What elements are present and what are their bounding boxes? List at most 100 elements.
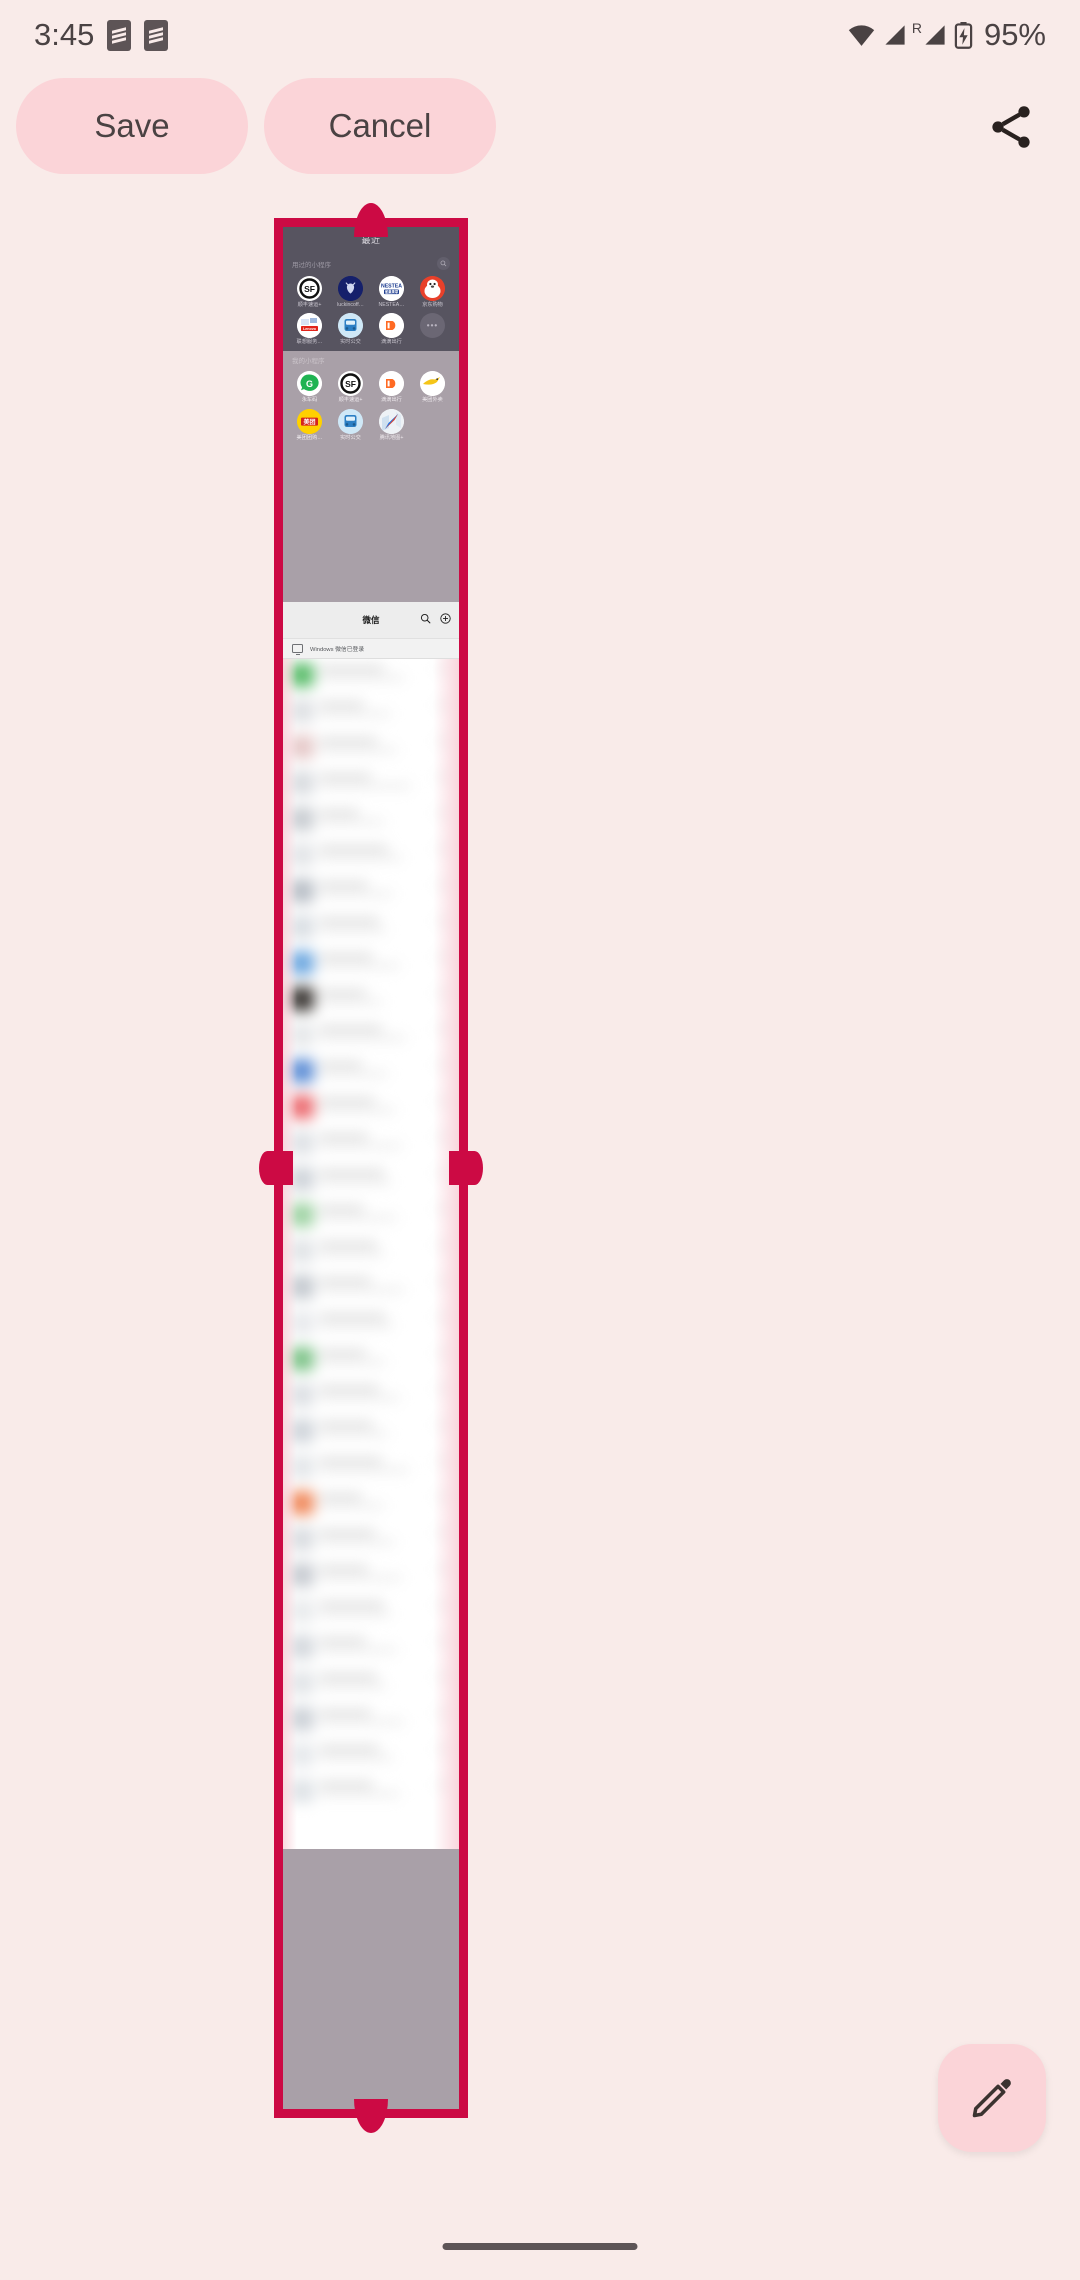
sf-express-icon: SF [338,371,363,397]
wechat-title: 微信 [362,614,380,625]
battery-percent: 95% [983,17,1046,52]
miniprogram-label: 美团外卖 [422,397,443,404]
miniprogram-item[interactable]: 实时公交 [330,313,371,345]
miniprogram-label: 实时公交 [340,434,361,441]
screen-root: 3:45 R 95% Save Cancel 最近 用过的小程序 SF 顺丰速运… [0,0,1080,2280]
more-ellipsis-icon: ••• [420,313,445,339]
miniprogram-label: luckincoff… [337,302,364,308]
wechat-header-actions [420,611,451,629]
miniprogram-item[interactable]: SF 顺丰速运+ [330,371,371,403]
cancel-button[interactable]: Cancel [264,78,496,174]
miniprogram-item[interactable]: 美团外卖 [412,371,453,403]
miniprogram-label: 京东购物 [422,302,443,308]
miniprogram-item[interactable]: SF 顺丰速运+ [289,276,330,308]
miniprogram-label: 腾讯地图+ [379,434,404,441]
miniprogram-label: 滴滴出行 [381,339,402,346]
search-icon[interactable] [437,257,450,270]
svg-text:SF: SF [345,379,356,389]
miniprogram-label: 顺丰速运+ [338,397,363,404]
miniprogram-item[interactable]: G 永车码 [289,371,330,403]
chat-list[interactable] [283,658,459,1849]
lenovo-service-icon: Lenovo [297,313,322,339]
recent-section-label: 用过的小程序 [292,261,331,269]
wechat-header: 微信 [283,601,459,638]
my-miniprogram-panel: 我的小程序 G 永车码 SF 顺丰速运+ 滴滴出行 美团外卖 美团 美团团购… … [283,351,459,602]
search-icon[interactable] [420,611,431,629]
signal-icon [925,25,945,45]
meituan-icon: 美团 [297,408,322,434]
miniprogram-item[interactable]: 美团 美团团购… [289,408,330,441]
save-button[interactable]: Save [16,78,248,174]
my-app-grid: G 永车码 SF 顺丰速运+ 滴滴出行 美团外卖 美团 美团团购… 实时公交 腾… [283,368,459,446]
svg-text:雀巢茶萃: 雀巢茶萃 [384,289,399,294]
svg-text:美团: 美团 [302,418,315,426]
miniprogram-label: 联想服务… [296,339,323,346]
miniprogram-item[interactable]: NESTEA 雀巢茶萃 NESTEA… [371,276,412,308]
miniprogram-panel: 最近 用过的小程序 SF 顺丰速运+ luckincoff… NESTEA 雀巢… [283,227,459,352]
miniprogram-item[interactable]: 腾讯地图+ [371,408,412,441]
didi-icon [379,313,404,339]
status-bar: 3:45 R 95% [0,0,1080,70]
my-section-label: 我的小程序 [292,358,325,366]
pencil-edit-icon [972,2079,1011,2118]
my-section-header: 我的小程序 [283,351,459,368]
recent-section-header: 用过的小程序 [283,253,459,273]
svg-text:SF: SF [304,284,315,294]
status-bar-right: R 95% [847,17,1046,53]
recent-app-grid: SF 顺丰速运+ luckincoff… NESTEA 雀巢茶萃 NESTEA…… [283,273,459,351]
captured-screenshot: 最近 用过的小程序 SF 顺丰速运+ luckincoff… NESTEA 雀巢… [283,227,459,2109]
crop-handle-right[interactable] [449,1151,483,1185]
miniprogram-item[interactable]: luckincoff… [330,276,371,308]
miniprogram-item-more[interactable]: ••• [412,313,453,345]
miniprogram-label: 顺丰速运+ [297,302,322,308]
panel-empty-space [283,446,459,602]
grid-filler [412,409,453,441]
svg-text:NESTEA: NESTEA [381,284,402,290]
desktop-login-status-text: Windows 微信已登录 [310,646,365,653]
miniprogram-label: 美团团购… [296,434,323,441]
crop-handle-bottom[interactable] [354,2099,388,2133]
wifi-icon [848,25,875,46]
nestea-icon: NESTEA 雀巢茶萃 [379,276,404,301]
miniprogram-label: NESTEA… [378,302,405,308]
crop-handle-top[interactable] [354,203,388,237]
roaming-indicator: R [911,20,922,36]
share-button[interactable] [976,92,1046,162]
realtime-bus-icon [338,313,363,339]
realtime-bus-icon [338,408,363,434]
battery-charging-icon [954,21,973,49]
crop-frame-border: 最近 用过的小程序 SF 顺丰速运+ luckincoff… NESTEA 雀巢… [274,218,468,2118]
edge-tint-right [433,658,459,1849]
notification-badge-icon [107,19,132,51]
notification-badge-icon [144,19,169,51]
svg-text:G: G [306,379,313,389]
status-bar-left: 3:45 [34,17,169,53]
plus-circle-icon[interactable] [440,611,451,629]
miniprogram-item[interactable]: Lenovo 联想服务… [289,313,330,345]
crop-handle-left[interactable] [259,1151,293,1185]
sf-express-icon: SF [297,276,322,301]
green-chat-icon: G [297,371,322,397]
home-gesture-bar[interactable] [442,2243,638,2250]
crop-region[interactable]: 最近 用过的小程序 SF 顺丰速运+ luckincoff… NESTEA 雀巢… [259,203,483,2133]
edit-fab-button[interactable] [938,2044,1046,2152]
miniprogram-label: 实时公交 [340,339,361,346]
miniprogram-label: 永车码 [301,397,318,404]
signal-icon [885,25,905,45]
miniprogram-item[interactable]: 滴滴出行 [371,371,412,403]
miniprogram-item[interactable]: 京东购物 [412,276,453,308]
tencent-map-icon [379,408,404,434]
meituan-waimai-icon [420,371,445,397]
share-icon [992,106,1030,148]
miniprogram-label: 滴滴出行 [381,397,402,404]
didi-icon [379,371,404,397]
svg-text:Lenovo: Lenovo [303,327,317,331]
status-clock: 3:45 [34,17,95,52]
luckin-coffee-icon [338,276,363,301]
monitor-icon [292,643,303,653]
editor-action-bar: Save Cancel [0,78,1080,188]
desktop-login-status-row[interactable]: Windows 微信已登录 [283,637,459,659]
miniprogram-item[interactable]: 实时公交 [330,408,371,441]
edge-tint-left [283,658,297,1849]
miniprogram-item[interactable]: 滴滴出行 [371,313,412,345]
